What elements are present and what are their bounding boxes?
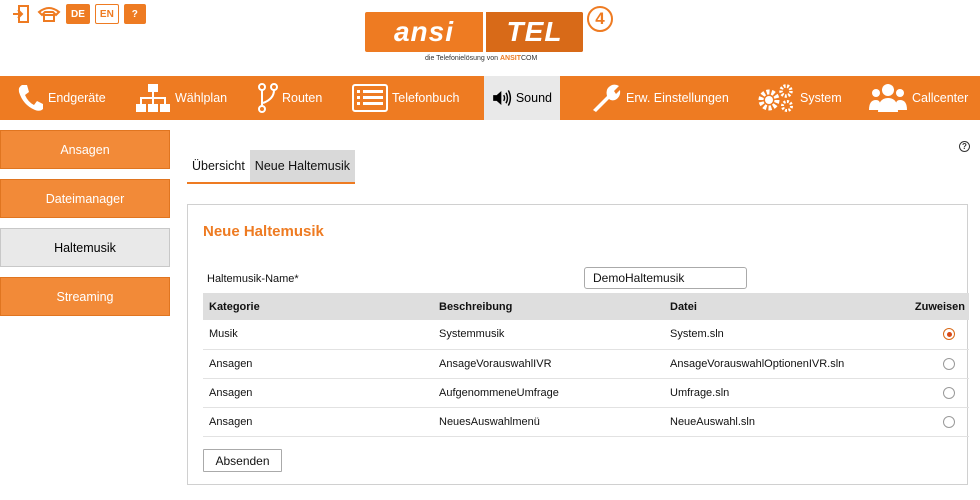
cell-zuweisen	[889, 407, 969, 437]
help-button[interactable]: ?	[123, 4, 146, 24]
nav-item-callcenter[interactable]: Callcenter	[860, 76, 976, 120]
nav-item-waehlplan[interactable]: Wählplan	[127, 76, 235, 120]
col-kategorie: Kategorie	[203, 293, 433, 320]
help-icon[interactable]: ?	[959, 141, 970, 152]
list-icon	[352, 84, 388, 112]
form-panel: Neue Haltemusik Haltemusik-Name* Kategor…	[187, 204, 969, 485]
tab-neue-haltemusik[interactable]: Neue Haltemusik	[249, 150, 355, 182]
side-item-ansagen[interactable]: Ansagen	[0, 130, 170, 169]
nav-label: Wählplan	[175, 91, 228, 105]
phone-icon[interactable]	[37, 4, 61, 24]
cell-kategorie: Ansagen	[203, 378, 433, 408]
nav-label: System	[800, 91, 842, 105]
cell-zuweisen	[889, 320, 969, 350]
logo-tagline: die Telefonielösung von ANSITCOM	[425, 55, 537, 62]
cell-kategorie: Ansagen	[203, 349, 433, 379]
lang-en-button[interactable]: EN	[94, 4, 119, 24]
cell-kategorie: Ansagen	[203, 407, 433, 437]
cell-datei: AnsageVorauswahlOptionenIVR.sln	[664, 349, 889, 379]
col-zuweisen: Zuweisen	[889, 293, 969, 320]
cell-beschreibung: Systemmusik	[433, 320, 664, 350]
side-item-haltemusik[interactable]: Haltemusik	[0, 228, 170, 267]
nav-label: Endgeräte	[48, 91, 106, 105]
logo-text-ansi: ansi	[393, 16, 455, 47]
cell-datei: System.sln	[664, 320, 889, 350]
assign-radio[interactable]	[943, 328, 955, 341]
haltemusik-name-input[interactable]	[584, 267, 747, 289]
side-item-dateimanager[interactable]: Dateimanager	[0, 179, 170, 218]
logout-icon[interactable]	[10, 4, 32, 24]
cell-datei: NeueAuswahl.sln	[664, 407, 889, 437]
table-row: Musik Systemmusik System.sln	[203, 320, 969, 350]
nav-label: Routen	[282, 91, 323, 105]
logo[interactable]: ansi TEL 4 die Telefonielösung von ANSIT…	[365, 6, 620, 68]
logo-box: ansi TEL	[365, 12, 583, 52]
nav-item-telefonbuch[interactable]: Telefonbuch	[344, 76, 467, 120]
panel-title: Neue Haltemusik	[203, 223, 324, 240]
top-bar: DE EN ? ansi TEL 4 die Telefonielösung v…	[0, 0, 980, 76]
hierarchy-icon	[136, 84, 170, 112]
absenden-button[interactable]: Absenden	[203, 449, 282, 472]
table-row: Ansagen NeuesAuswahlmenü NeueAuswahl.sln	[203, 407, 969, 437]
haltemusik-name-label: Haltemusik-Name*	[207, 273, 299, 285]
nav-label: Callcenter	[912, 91, 969, 105]
nav-item-system[interactable]: System	[748, 76, 850, 120]
col-beschreibung: Beschreibung	[433, 293, 664, 320]
wrench-icon	[593, 84, 621, 112]
cell-beschreibung: NeuesAuswahlmenü	[433, 407, 664, 437]
route-icon	[258, 83, 278, 113]
table-row: Ansagen AnsageVorauswahlIVR AnsageVoraus…	[203, 349, 969, 379]
logo-tagline-prefix: die Telefonielösung von	[425, 55, 499, 62]
nav-item-routen[interactable]: Routen	[250, 76, 330, 120]
cell-zuweisen	[889, 349, 969, 379]
cell-kategorie: Musik	[203, 320, 433, 350]
assign-radio[interactable]	[943, 415, 955, 428]
nav-item-sound[interactable]: Sound	[484, 76, 560, 120]
top-icons: DE EN ?	[10, 4, 146, 24]
phone-icon	[18, 85, 43, 111]
cell-beschreibung: AufgenommeneUmfrage	[433, 378, 664, 408]
col-datei: Datei	[664, 293, 889, 320]
tab-uebersicht[interactable]: Übersicht	[187, 150, 250, 182]
assign-radio[interactable]	[943, 386, 955, 399]
logo-tagline-suffix: COM	[521, 55, 538, 62]
logo-tagline-brand: ANSIT	[500, 55, 521, 62]
nav-item-erw-einstellungen[interactable]: Erw. Einstellungen	[582, 76, 737, 120]
table-row: Ansagen AufgenommeneUmfrage Umfrage.sln	[203, 378, 969, 408]
main-nav: Endgeräte Wählplan Routen Telefonbuch So…	[0, 76, 980, 120]
cell-beschreibung: AnsageVorauswahlIVR	[433, 349, 664, 379]
table-header-row: Kategorie Beschreibung Datei Zuweisen	[203, 293, 969, 320]
nav-label: Sound	[515, 91, 552, 105]
users-icon	[869, 84, 907, 112]
cell-zuweisen	[889, 378, 969, 408]
side-menu: Ansagen Dateimanager Haltemusik Streamin…	[0, 130, 170, 326]
nav-label: Erw. Einstellungen	[626, 91, 729, 105]
speaker-icon	[493, 90, 512, 106]
cell-datei: Umfrage.sln	[664, 378, 889, 408]
assign-radio[interactable]	[943, 357, 955, 370]
lang-de-button[interactable]: DE	[66, 4, 90, 24]
logo-version-badge: 4	[587, 6, 613, 32]
nav-label: Telefonbuch	[392, 91, 460, 105]
logo-text-tel: TEL	[483, 12, 583, 52]
sound-table: Kategorie Beschreibung Datei Zuweisen Mu…	[203, 293, 969, 437]
sub-tabs: Übersicht Neue Haltemusik	[187, 150, 355, 184]
side-item-streaming[interactable]: Streaming	[0, 277, 170, 316]
gears-icon	[758, 84, 793, 112]
nav-item-endgeraete[interactable]: Endgeräte	[8, 76, 114, 120]
